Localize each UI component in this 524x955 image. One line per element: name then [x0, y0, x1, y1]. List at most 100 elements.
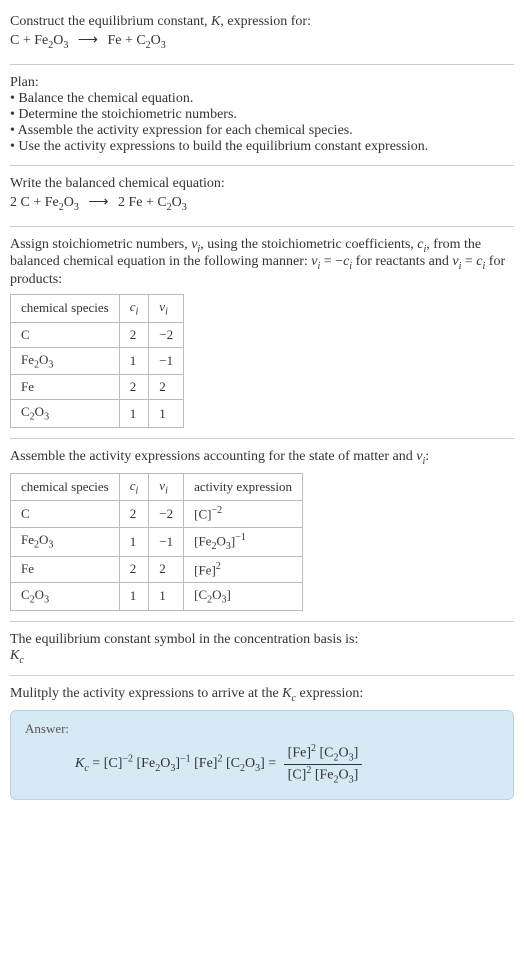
text: O — [339, 767, 349, 782]
table-row: C2O3 1 1 — [11, 400, 184, 428]
table-row: C 2 −2 — [11, 322, 184, 347]
table-row: Fe2O3 1 −1 — [11, 347, 184, 375]
text: , expression for: — [220, 14, 311, 29]
table-row: C2O3 1 1 [C2O3] — [11, 582, 303, 610]
text: [C — [222, 756, 240, 771]
text: Mulitply the activity expressions to arr… — [10, 686, 282, 701]
text: O — [35, 587, 44, 602]
text: [C — [194, 587, 207, 602]
text: [C] — [194, 507, 211, 522]
text: O — [64, 195, 74, 210]
cell-species: C2O3 — [11, 400, 120, 428]
problem-statement: Construct the equilibrium constant, K, e… — [10, 8, 514, 60]
stoichiometry-table: chemical species ci νi C 2 −2 Fe2O3 1 −1… — [10, 294, 184, 428]
denominator: [C]2 [Fe2O3] — [284, 765, 363, 785]
plan-bullet-2: • Determine the stoichiometric numbers. — [10, 107, 514, 123]
balanced-section: Write the balanced chemical equation: 2 … — [10, 170, 514, 222]
cell-species: Fe — [11, 556, 120, 582]
table-row: Fe2O3 1 −1 [Fe2O3]−1 — [11, 527, 303, 556]
cell-nui: 1 — [149, 582, 184, 610]
cell-activity: [Fe]2 — [184, 556, 303, 582]
reaction-arrow: ⟶ — [82, 195, 114, 210]
text: [C] — [104, 756, 123, 771]
unbalanced-equation: C + Fe2O3 ⟶ Fe + C2O3 — [10, 30, 514, 54]
text: , using the stoichiometric coefficients, — [200, 237, 417, 252]
cell-activity: [Fe2O3]−1 — [184, 527, 303, 556]
k-symbol: K — [10, 648, 19, 663]
text: C + Fe — [10, 33, 48, 48]
assign-text: Assign stoichiometric numbers, νi, using… — [10, 237, 514, 289]
k-symbol: K — [282, 686, 291, 701]
reaction-arrow: ⟶ — [72, 33, 104, 48]
subscript: i — [136, 485, 139, 496]
text: Construct the equilibrium constant, — [10, 14, 211, 29]
cell-ci: 2 — [119, 556, 149, 582]
cell-ci: 1 — [119, 582, 149, 610]
answer-box: Answer: Kc = [C]−2 [Fe2O3]−1 [Fe]2 [C2O3… — [10, 710, 514, 800]
divider — [10, 226, 514, 227]
cell-nui: −2 — [149, 501, 184, 527]
superscript: −2 — [211, 505, 222, 516]
text: 2 Fe + C — [118, 195, 167, 210]
cell-nui: −2 — [149, 322, 184, 347]
cell-species: C — [11, 501, 120, 527]
text: O — [212, 587, 221, 602]
activity-section: Assemble the activity expressions accoun… — [10, 443, 514, 617]
text: Assemble the activity expressions accoun… — [10, 449, 416, 464]
cell-ci: 2 — [119, 375, 149, 400]
text: [Fe] — [194, 562, 216, 577]
plan-bullet-4: • Use the activity expressions to build … — [10, 139, 514, 155]
subscript: 3 — [44, 412, 49, 423]
superscript: −1 — [235, 532, 246, 543]
subscript: 3 — [48, 540, 53, 551]
text: C — [21, 587, 30, 602]
balanced-equation: 2 C + Fe2O3 ⟶ 2 Fe + C2O3 — [10, 192, 514, 216]
text: [Fe] — [288, 746, 311, 761]
col-species: chemical species — [11, 473, 120, 501]
answer-equation: Kc = [C]−2 [Fe2O3]−1 [Fe]2 [C2O3] = [Fe]… — [25, 743, 499, 785]
text: [Fe — [133, 756, 155, 771]
text: : — [425, 449, 429, 464]
text: ] — [354, 767, 359, 782]
text: O — [245, 756, 255, 771]
activity-title: Assemble the activity expressions accoun… — [10, 449, 514, 467]
plan-bullet-3: • Assemble the activity expression for e… — [10, 123, 514, 139]
text: O — [39, 532, 48, 547]
superscript: 2 — [216, 561, 221, 572]
cell-ci: 1 — [119, 527, 149, 556]
divider — [10, 64, 514, 65]
col-ci: ci — [119, 473, 149, 501]
text: = — [268, 756, 279, 771]
text: O — [172, 195, 182, 210]
cell-activity: [C]−2 — [184, 501, 303, 527]
text: ] — [227, 587, 231, 602]
subscript: 3 — [74, 202, 79, 213]
basis-text: The equilibrium constant symbol in the c… — [10, 632, 514, 648]
plan-bullet-1: • Balance the chemical equation. — [10, 91, 514, 107]
text: [C] — [288, 767, 307, 782]
fraction: [Fe]2 [C2O3] [C]2 [Fe2O3] — [284, 743, 363, 785]
text: O — [53, 33, 63, 48]
k-symbol: K — [75, 756, 84, 771]
superscript: −2 — [122, 754, 133, 765]
col-activity: activity expression — [184, 473, 303, 501]
text: O — [338, 746, 348, 761]
cell-ci: 1 — [119, 400, 149, 428]
cell-nui: 2 — [149, 375, 184, 400]
col-nui: νi — [149, 473, 184, 501]
subscript: 3 — [182, 202, 187, 213]
subscript: 3 — [161, 40, 166, 51]
multiply-text: Mulitply the activity expressions to arr… — [10, 686, 514, 704]
table-row: Fe 2 2 [Fe]2 — [11, 556, 303, 582]
problem-line1: Construct the equilibrium constant, K, e… — [10, 14, 514, 30]
text: expression: — [296, 686, 363, 701]
multiply-section: Mulitply the activity expressions to arr… — [10, 680, 514, 806]
subscript: i — [165, 307, 168, 318]
subscript: 3 — [63, 40, 68, 51]
activity-table: chemical species ci νi activity expressi… — [10, 473, 303, 611]
text: = — [89, 756, 104, 771]
text: for reactants and — [352, 254, 452, 269]
cell-species: C — [11, 322, 120, 347]
text: [Fe — [311, 767, 333, 782]
text: [Fe — [194, 533, 211, 548]
